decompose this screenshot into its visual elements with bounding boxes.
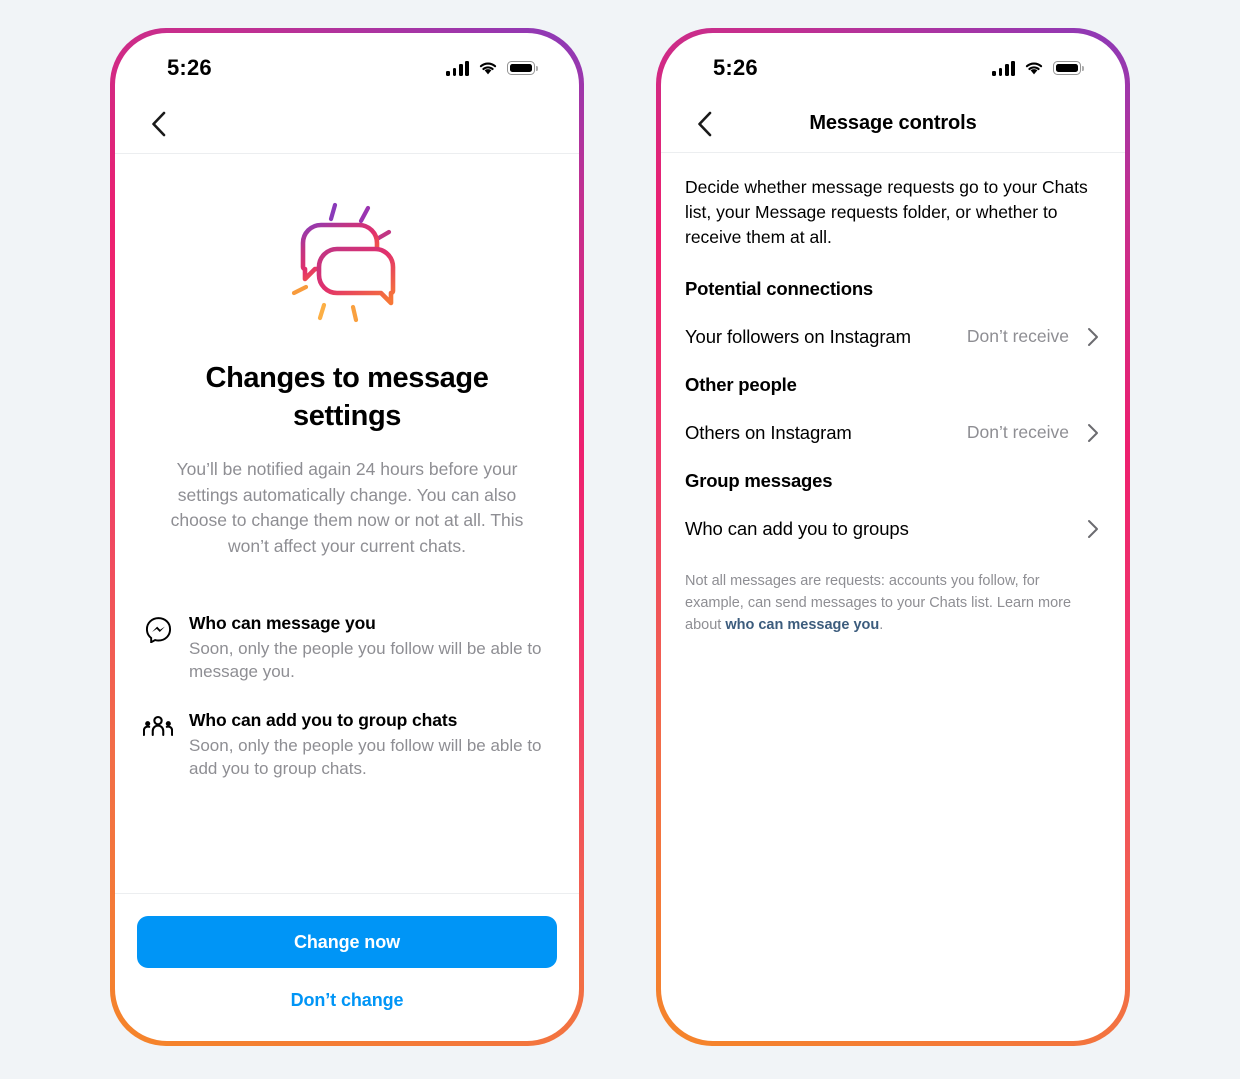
- who-can-message-you-link[interactable]: who can message you: [725, 617, 879, 633]
- status-bar-right: 5:26: [661, 33, 1125, 95]
- chevron-right-icon: [1085, 326, 1101, 348]
- group-people-glyph: [143, 715, 173, 736]
- setting-row-who-can-add-you-to-groups[interactable]: Who can add you to groups: [685, 518, 1101, 540]
- status-time: 5:26: [167, 55, 212, 80]
- feature-title: Who can message you: [189, 612, 376, 633]
- left-phone-content: Changes to message settings You’ll be no…: [115, 153, 579, 1041]
- chevron-right-icon: [1085, 422, 1101, 444]
- wifi-icon: [479, 62, 497, 74]
- setting-label: Your followers on Instagram: [685, 325, 911, 347]
- right-phone-content: Decide whether message requests go to yo…: [661, 153, 1125, 1041]
- battery-full-icon: [1053, 61, 1084, 75]
- feature-description: Soon, only the people you follow will be…: [189, 735, 542, 778]
- screenshot-canvas: 5:26 Changes to message settings You’ll …: [0, 0, 1240, 1079]
- chevron-left-icon: [151, 111, 165, 137]
- status-bar-left: 5:26: [115, 33, 579, 95]
- status-icons: [446, 60, 538, 76]
- group-people-icon: [143, 712, 173, 742]
- feature-text: Who can message you Soon, only the peopl…: [189, 613, 551, 684]
- feature-item-message: Who can message you Soon, only the peopl…: [143, 613, 551, 684]
- status-icons: [992, 60, 1084, 76]
- setting-label: Others on Instagram: [685, 421, 852, 443]
- signal-bars-icon: [446, 60, 469, 76]
- page-subtitle: You’ll be notified again 24 hours before…: [170, 459, 524, 556]
- signal-bars-icon: [992, 60, 1015, 76]
- messenger-logo-glyph: [145, 617, 171, 644]
- feature-description: Soon, only the people you follow will be…: [189, 638, 542, 681]
- footnote-text: Not all messages are requests: accounts …: [685, 570, 1101, 637]
- cta-zone: Change now Don’t change: [115, 893, 579, 1041]
- setting-label: Who can add you to groups: [685, 517, 909, 539]
- footnote-after: .: [879, 617, 884, 634]
- nav-bar-right: Message controls: [661, 95, 1125, 153]
- back-button[interactable]: [687, 107, 721, 141]
- page-title: Message controls: [809, 112, 977, 134]
- setting-row-others-on-instagram[interactable]: Others on Instagram Don’t receive: [685, 422, 1101, 444]
- overlapping-speech-bubbles-illustration: [291, 202, 396, 323]
- battery-full-icon: [507, 61, 538, 75]
- illustration-container: [115, 154, 579, 327]
- chevron-right-icon: [1085, 518, 1101, 540]
- section-heading-other-people: Other people: [685, 373, 797, 395]
- setting-value: Don’t receive: [966, 422, 1069, 443]
- status-time: 5:26: [713, 55, 758, 80]
- feature-title: Who can add you to group chats: [189, 709, 458, 730]
- back-button[interactable]: [141, 107, 175, 141]
- intro-description: Decide whether message requests go to yo…: [685, 177, 1088, 247]
- page-title: Changes to message settings: [205, 362, 489, 432]
- feature-list: Who can message you Soon, only the peopl…: [143, 613, 551, 781]
- section-heading-group-messages: Group messages: [685, 469, 833, 491]
- phone-mockup-left: 5:26 Changes to message settings You’ll …: [110, 28, 584, 1046]
- feature-item-group: Who can add you to group chats Soon, onl…: [143, 710, 551, 781]
- chevron-left-icon: [697, 111, 711, 136]
- setting-value: Don’t receive: [966, 326, 1069, 347]
- flex-spacer: [115, 781, 579, 893]
- phone-screen-left: 5:26 Changes to message settings You’ll …: [115, 33, 579, 1041]
- section-heading-potential-connections: Potential connections: [685, 277, 874, 299]
- feature-text: Who can add you to group chats Soon, onl…: [189, 710, 551, 781]
- nav-bar-left: [115, 95, 579, 153]
- phone-mockup-right: 5:26 Message controls Decide whether mes…: [656, 28, 1130, 1046]
- messenger-logo-icon: [143, 615, 173, 645]
- wifi-icon: [1025, 62, 1043, 74]
- change-now-button[interactable]: Change now: [137, 916, 557, 968]
- phone-screen-right: 5:26 Message controls Decide whether mes…: [661, 33, 1125, 1041]
- setting-row-your-followers[interactable]: Your followers on Instagram Don’t receiv…: [685, 326, 1101, 348]
- dont-change-button[interactable]: Don’t change: [137, 986, 557, 1015]
